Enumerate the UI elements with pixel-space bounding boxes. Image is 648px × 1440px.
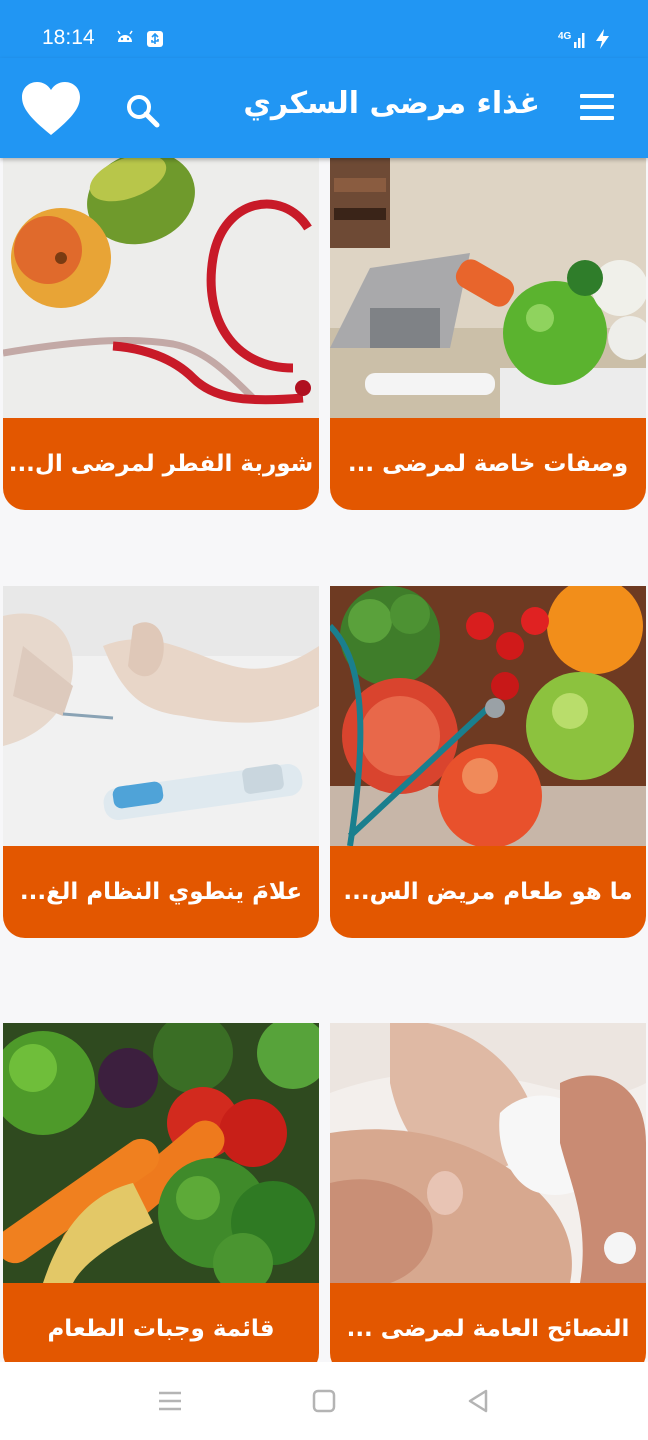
network-type: 4G <box>558 31 572 42</box>
signal-icon: 4G <box>558 31 585 48</box>
card-image <box>330 1023 646 1283</box>
heart-icon[interactable] <box>20 80 82 138</box>
card-image <box>3 158 319 418</box>
search-icon[interactable] <box>124 92 162 130</box>
card-title: شوربة الفطر لمرضى ال... <box>3 418 319 510</box>
navigation-bar <box>0 1362 648 1440</box>
card-title: قائمة وجبات الطعام <box>3 1283 319 1362</box>
app-bar: غذاء مرضى السكري <box>0 58 648 158</box>
card-title: النصائح العامة لمرضى ... <box>330 1283 646 1362</box>
recipe-card[interactable]: شوربة الفطر لمرضى ال... <box>3 158 319 510</box>
status-bar: 18:14 4G <box>0 0 648 58</box>
card-image <box>330 586 646 846</box>
recipe-grid: وصفات خاصة لمرضى ... شوربة الفطر لمرضى ا… <box>0 158 648 1362</box>
back-button[interactable] <box>463 1386 493 1416</box>
card-image <box>3 1023 319 1283</box>
card-title: وصفات خاصة لمرضى ... <box>330 418 646 510</box>
card-title: علامَ ينطوي النظام الغ... <box>3 846 319 938</box>
home-button[interactable] <box>309 1386 339 1416</box>
usb-icon <box>147 31 163 47</box>
recipe-card[interactable]: قائمة وجبات الطعام <box>3 1023 319 1362</box>
card-image <box>330 158 646 418</box>
recipe-card[interactable]: وصفات خاصة لمرضى ... <box>330 158 646 510</box>
charging-icon <box>596 29 609 49</box>
recents-button[interactable] <box>155 1386 185 1416</box>
android-debug-icon <box>117 30 133 42</box>
app-title: غذاء مرضى السكري <box>243 86 540 121</box>
card-title: ما هو طعام مريض الس... <box>330 846 646 938</box>
recipe-card[interactable]: ما هو طعام مريض الس... <box>330 586 646 938</box>
recipe-card[interactable]: النصائح العامة لمرضى ... <box>330 1023 646 1362</box>
menu-icon[interactable] <box>580 94 614 120</box>
card-image <box>3 586 319 846</box>
status-time: 18:14 <box>42 26 95 49</box>
recipe-card[interactable]: علامَ ينطوي النظام الغ... <box>3 586 319 938</box>
